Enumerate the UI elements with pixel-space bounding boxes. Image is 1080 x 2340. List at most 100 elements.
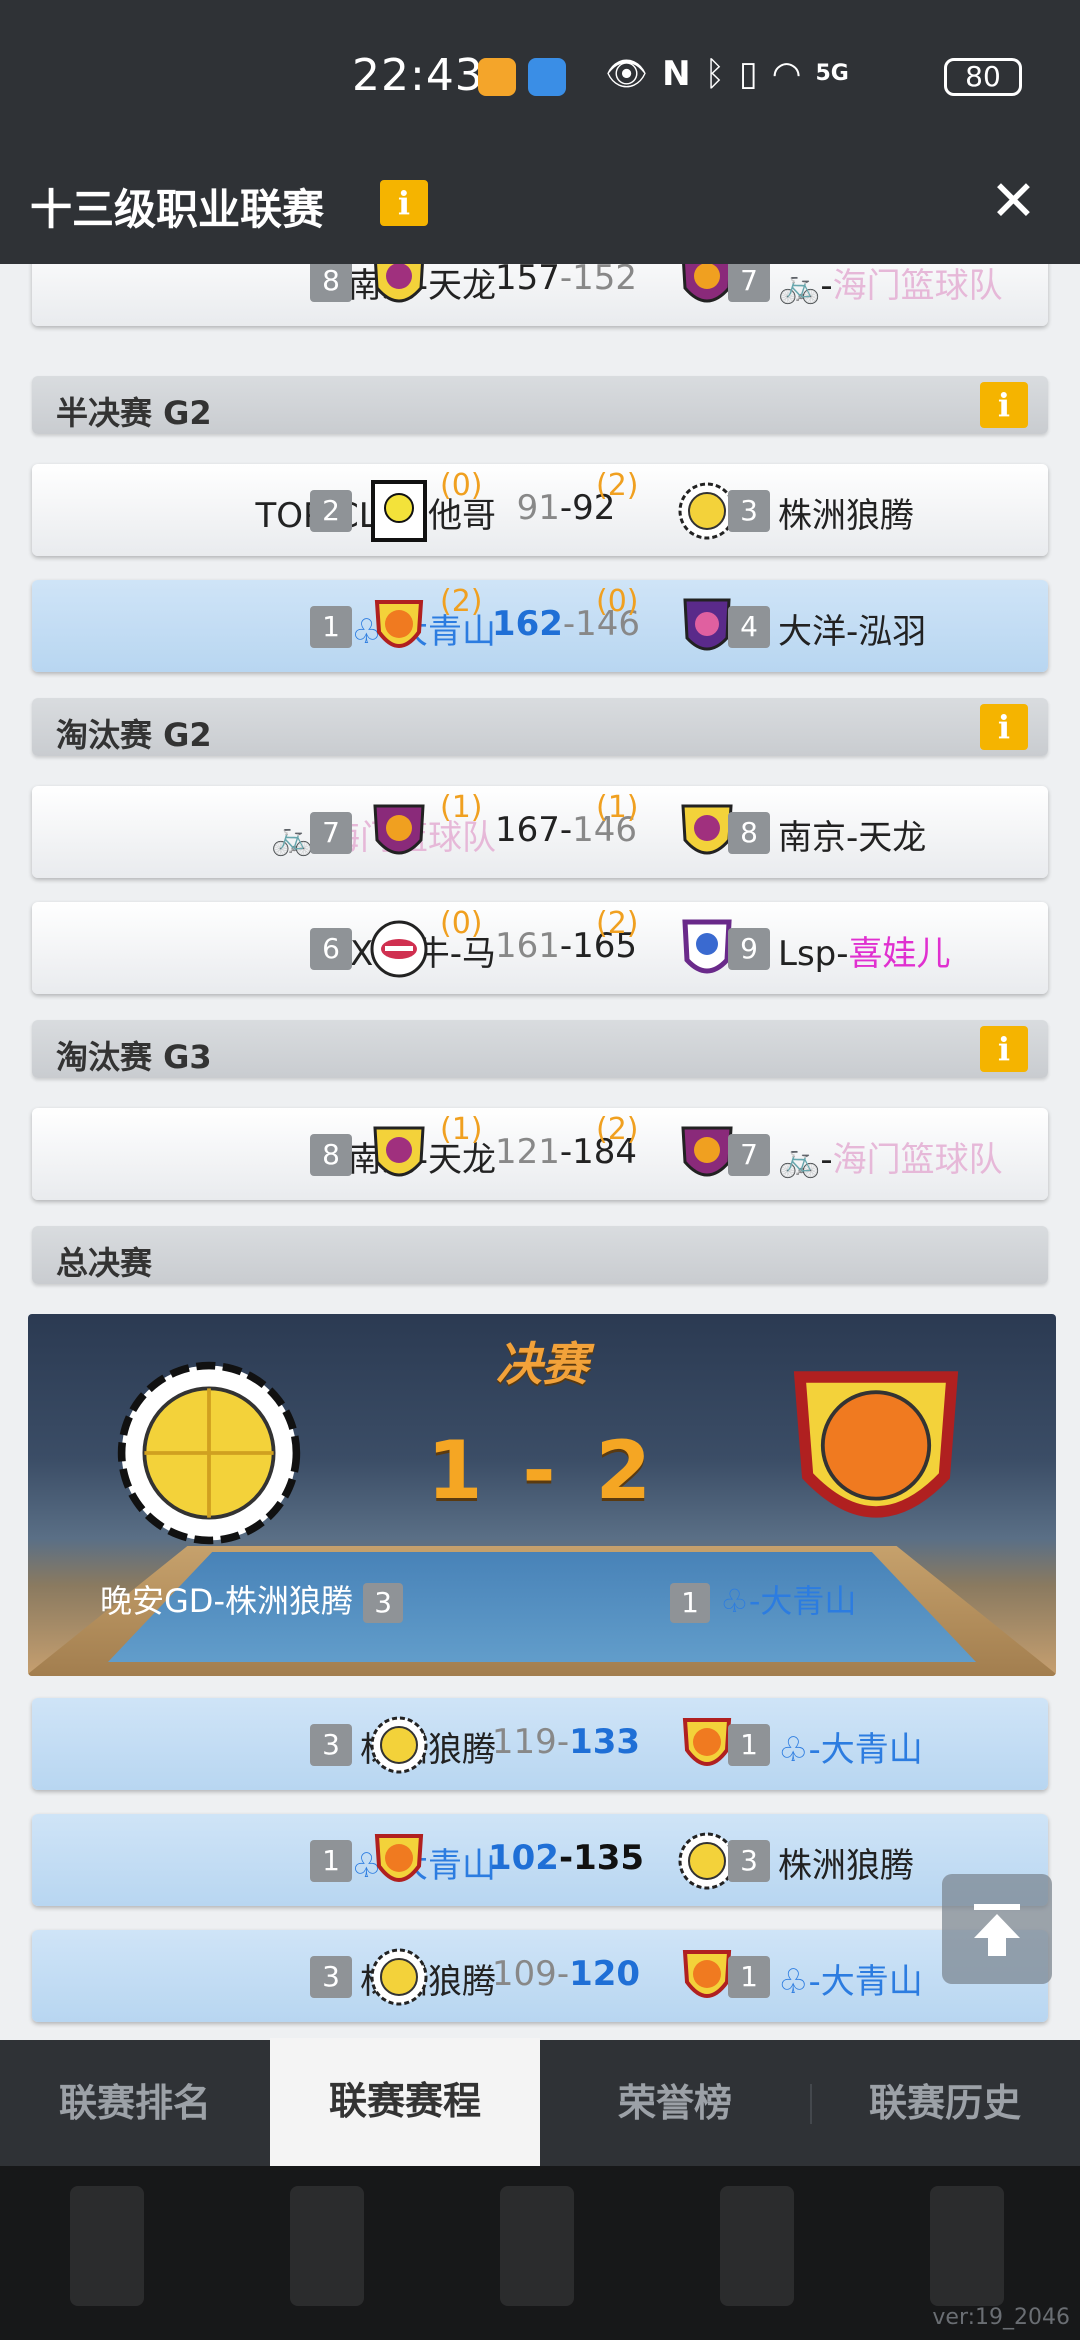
seed-badge: 9 — [728, 928, 770, 970]
points-earned: (0) — [596, 584, 639, 619]
page-title: 十三级职业联赛 — [30, 185, 325, 234]
section-label: 淘汰赛 G3 — [56, 1038, 212, 1076]
team-logo-icon — [373, 1126, 425, 1177]
ghost-nav-icon — [930, 2186, 1004, 2306]
seed-badge: 1 — [670, 1583, 710, 1623]
scroll-to-top-button[interactable] — [942, 1874, 1052, 1984]
match-score: 109-120 — [491, 1954, 641, 1994]
info-icon[interactable]: i — [980, 382, 1028, 428]
tab-honor-list[interactable]: 荣誉榜 — [540, 2040, 810, 2166]
bicycle-icon: 🚲 — [778, 1140, 821, 1180]
points-earned: (2) — [596, 1112, 639, 1147]
league-info-icon[interactable]: i — [380, 180, 428, 226]
team-logo-icon — [374, 264, 424, 303]
team-right-name: 大洋-泓羽 — [778, 612, 927, 652]
bicycle-icon: 🚲 — [271, 818, 314, 858]
final-banner[interactable]: 决赛 1 - 2 晚安GD-株洲狼腾 3 1 ♧-大青山 — [28, 1314, 1056, 1676]
final-right-team: 1 ♧-大青山 — [670, 1576, 856, 1623]
dimmed-footer: ver:19_2046 — [0, 2166, 1080, 2340]
match-row[interactable]: ♧-大青山 1 (2) 162-146 (0) 4 大洋-泓羽 — [32, 580, 1048, 672]
close-icon[interactable]: ✕ — [990, 174, 1037, 230]
ghost-nav-icon — [500, 2186, 574, 2306]
match-row[interactable]: Xba牛-马 6 (0) 161-165 (2) 9 Lsp-喜娃儿 — [32, 902, 1048, 994]
status-icons: 👁 N ᛒ ▯ ◠ 5G — [605, 52, 849, 96]
seed-badge: 1 — [728, 1724, 770, 1766]
team-logo-icon — [117, 1361, 301, 1545]
ghost-nav-icon — [290, 2186, 364, 2306]
seed-badge: 4 — [728, 606, 770, 648]
status-bar: 22:43 👁 N ᛒ ▯ ◠ 5G 80 — [0, 0, 1080, 138]
schedule-list[interactable]: 南京-天龙 8 157-152 7 🚲-海门篮球队 半决赛 G2 i TOP-C… — [0, 264, 1080, 2040]
match-row[interactable]: TOP-CLY猫他哥 2 (0) 91-92 (2) 3 株洲狼腾 — [32, 464, 1048, 556]
section-label: 半决赛 G2 — [56, 394, 212, 432]
bicycle-icon: 🚲 — [778, 266, 821, 306]
section-label: 淘汰赛 G2 — [56, 716, 212, 754]
match-score: 157-152 — [494, 264, 638, 298]
points-earned: (2) — [596, 468, 639, 503]
match-row[interactable]: ♧-大青山 1 102-135 3 株洲狼腾 — [32, 1814, 1048, 1906]
match-row[interactable]: 南京-天龙 8 (1) 121-184 (2) 7 🚲-海门篮球队 — [32, 1108, 1048, 1200]
match-row[interactable]: 株洲狼腾 3 119-133 1 ♧-大青山 — [32, 1698, 1048, 1790]
seed-badge: 1 — [310, 1840, 352, 1882]
wifi-icon: ◠ — [771, 54, 802, 94]
title-bar: 十三级职业联赛 i ✕ — [0, 138, 1080, 264]
seed-badge: 7 — [728, 1134, 770, 1176]
seed-badge: 8 — [310, 1134, 352, 1176]
seed-badge: 6 — [310, 928, 352, 970]
message-notification-icon — [528, 58, 566, 96]
seed-badge: 1 — [728, 1956, 770, 1998]
seed-badge: 7 — [310, 812, 352, 854]
info-icon[interactable]: i — [980, 1026, 1028, 1072]
team-right-name: 南京-天龙 — [778, 818, 927, 858]
seed-badge: 8 — [310, 264, 352, 302]
match-row[interactable]: 株洲狼腾 3 109-120 1 ♧-大青山 — [32, 1930, 1048, 2022]
seed-badge: 7 — [728, 264, 770, 302]
seed-badge: 3 — [310, 1724, 352, 1766]
final-left-team: 晚安GD-株洲狼腾 3 — [100, 1576, 404, 1623]
tab-league-schedule[interactable]: 联赛赛程 — [270, 2038, 540, 2166]
points-earned: (1) — [596, 790, 639, 825]
team-right-name: 株洲狼腾 — [778, 1846, 914, 1886]
team-logo-icon — [374, 1834, 424, 1882]
seed-badge: 3 — [310, 1956, 352, 1998]
signal-icon: 5G — [815, 61, 849, 86]
vibrate-icon: ▯ — [739, 54, 758, 94]
seed-badge: 2 — [310, 490, 352, 532]
tab-league-history[interactable]: 联赛历史 — [810, 2040, 1080, 2166]
nfc-icon: N — [662, 54, 691, 94]
team-logo-icon — [370, 1948, 428, 2006]
ghost-nav-icon — [70, 2186, 144, 2306]
team-right-name: Lsp-喜娃儿 — [778, 934, 951, 974]
match-score: 102-135 — [487, 1838, 645, 1878]
section-elim-g3: 淘汰赛 G3 i — [32, 1020, 1048, 1078]
app-notification-icon — [478, 58, 516, 96]
section-semis-g2: 半决赛 G2 i — [32, 376, 1048, 434]
team-logo-icon — [370, 920, 428, 978]
info-icon[interactable]: i — [980, 704, 1028, 750]
status-time: 22:43 — [352, 50, 484, 101]
tab-league-ranking[interactable]: 联赛排名 — [0, 2040, 270, 2166]
version-label: ver:19_2046 — [932, 2305, 1070, 2330]
section-elim-g2: 淘汰赛 G2 i — [32, 698, 1048, 756]
team-right-name: 🚲-海门篮球队 — [778, 266, 1003, 306]
eye-icon: 👁 — [605, 54, 649, 94]
seed-badge: 8 — [728, 812, 770, 854]
team-logo-icon — [370, 1716, 428, 1774]
seed-badge: 3 — [363, 1583, 404, 1623]
team-right-name: 🚲-海门篮球队 — [778, 1140, 1003, 1180]
seed-badge: 3 — [728, 1840, 770, 1882]
team-logo-icon — [373, 804, 425, 855]
match-row[interactable]: 🚲-海门篮球队 7 (1) 167-146 (1) 8 南京-天龙 — [32, 786, 1048, 878]
team-logo-icon — [371, 480, 427, 542]
bluetooth-icon: ᛒ — [704, 54, 726, 94]
match-score: 119-133 — [491, 1722, 641, 1762]
team-logo-icon — [793, 1371, 959, 1518]
section-label: 总决赛 — [56, 1244, 153, 1282]
ghost-nav-icon — [720, 2186, 794, 2306]
team-right-name: ♧-大青山 — [778, 1962, 923, 2002]
team-logo-icon — [374, 600, 424, 648]
match-row[interactable]: 南京-天龙 8 157-152 7 🚲-海门篮球队 — [32, 264, 1048, 326]
bottom-tab-bar: 联赛排名 联赛赛程 荣誉榜 联赛历史 — [0, 2038, 1080, 2166]
arrow-up-icon — [974, 1904, 1020, 1956]
team-right-name: ♧-大青山 — [778, 1730, 923, 1770]
